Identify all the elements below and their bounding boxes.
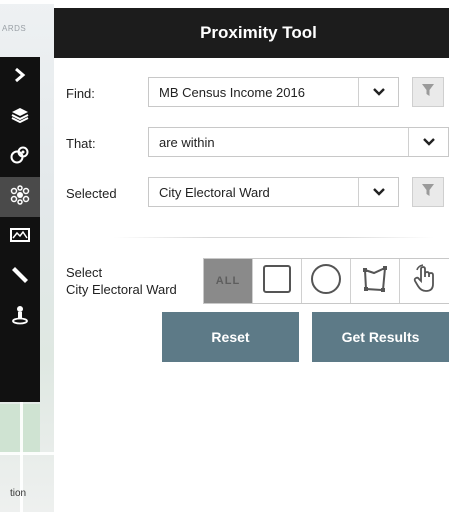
- circle-icon: [310, 263, 342, 300]
- chevron-down-icon[interactable]: [408, 128, 449, 156]
- sidebar-item-proximity[interactable]: [0, 177, 40, 217]
- chevron-right-icon: [13, 67, 27, 88]
- select-all-button[interactable]: ALL: [204, 259, 253, 303]
- select-circle-button[interactable]: [302, 259, 351, 303]
- selected-select-value: City Electoral Ward: [159, 185, 270, 200]
- reset-button[interactable]: Reset: [162, 312, 299, 362]
- filter-icon: [421, 83, 435, 102]
- select-click-button[interactable]: [400, 259, 449, 303]
- locate-person-icon: [11, 305, 29, 330]
- sidebar-item-themes[interactable]: [0, 137, 40, 177]
- chevron-down-icon[interactable]: [358, 178, 399, 206]
- sidebar: [0, 57, 40, 402]
- find-filter-button[interactable]: [412, 77, 444, 107]
- map-theme-icon: [10, 145, 30, 170]
- select-ward-label: Select City Electoral Ward: [66, 264, 177, 298]
- filter-icon: [421, 183, 435, 202]
- select-polygon-button[interactable]: [351, 259, 400, 303]
- basemap-icon: [10, 227, 30, 248]
- sidebar-item-basemap[interactable]: [0, 217, 40, 257]
- panel-header: Proximity Tool: [54, 8, 449, 58]
- sidebar-item-locate[interactable]: [0, 297, 40, 337]
- find-select-value: MB Census Income 2016: [159, 85, 305, 100]
- that-label: That:: [66, 136, 96, 151]
- selected-select[interactable]: City Electoral Ward: [148, 177, 399, 207]
- sidebar-item-layers[interactable]: [0, 97, 40, 137]
- selected-label: Selected: [66, 186, 117, 201]
- map-road: [0, 452, 54, 455]
- find-select[interactable]: MB Census Income 2016: [148, 77, 399, 107]
- select-all-label: ALL: [215, 275, 241, 287]
- proximity-icon: [10, 184, 30, 210]
- panel-title: Proximity Tool: [200, 23, 317, 42]
- select-rectangle-button[interactable]: [253, 259, 302, 303]
- selected-filter-button[interactable]: [412, 177, 444, 207]
- proximity-panel: Proximity Tool Find: MB Census Income 20…: [54, 8, 449, 512]
- divider: [114, 237, 434, 238]
- map-road: [0, 0, 54, 4]
- sidebar-item-measure[interactable]: [0, 257, 40, 297]
- get-results-button[interactable]: Get Results: [312, 312, 449, 362]
- selection-tools: ALL: [203, 258, 449, 304]
- polygon-icon: [360, 264, 390, 299]
- that-select-value: are within: [159, 135, 215, 150]
- select-label-line1: Select: [66, 265, 103, 280]
- pointer-hand-icon: [412, 263, 438, 299]
- map-label: tion: [10, 488, 27, 499]
- map-label: ARDS: [2, 24, 27, 33]
- find-label: Find:: [66, 86, 95, 101]
- rectangle-icon: [262, 264, 292, 299]
- measure-ruler-icon: [10, 265, 30, 290]
- select-label-line2: City Electoral Ward: [66, 282, 177, 297]
- that-select[interactable]: are within: [148, 127, 449, 157]
- layers-icon: [11, 106, 29, 129]
- chevron-down-icon[interactable]: [358, 78, 399, 106]
- sidebar-expand-button[interactable]: [0, 57, 40, 97]
